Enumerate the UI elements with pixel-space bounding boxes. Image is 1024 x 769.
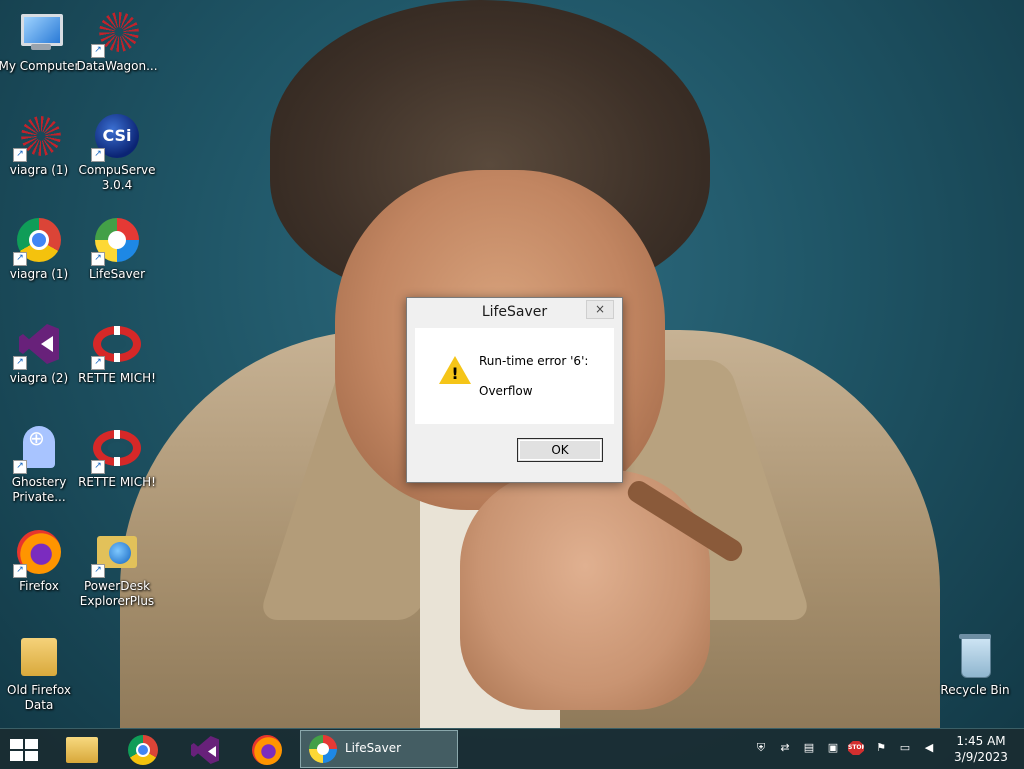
- desktop-icon-label: PowerDesk ExplorerPlus: [79, 579, 155, 608]
- lifesaver-icon: ↗: [91, 216, 141, 266]
- life-ring-icon: ↗: [91, 320, 141, 370]
- lifesaver-icon: [309, 735, 337, 763]
- computer-icon: [15, 8, 63, 56]
- taskbar-file-explorer[interactable]: [54, 731, 108, 767]
- desktop-icon-viagra-2[interactable]: ↗ viagra (2): [0, 320, 81, 386]
- monitor-icon[interactable]: ▭: [898, 741, 912, 755]
- recycle-bin-icon: [951, 632, 999, 680]
- desktop-icon-old-firefox-data[interactable]: Old Firefox Data: [0, 632, 81, 713]
- desktop-icon-label: RETTE MICH!: [78, 475, 156, 489]
- taskbar-visual-studio[interactable]: [178, 731, 232, 767]
- desktop-icon-viagra-1[interactable]: ↗ viagra (1): [0, 112, 81, 178]
- dialog-body: ! Run-time error '6': Overflow: [415, 328, 614, 424]
- desktop-icon-label: RETTE MICH!: [78, 371, 156, 385]
- desktop-icon-label: LifeSaver: [88, 267, 145, 281]
- desktop-icon-label: Ghostery Private...: [11, 475, 67, 504]
- desktop-icon-rette-mich-1[interactable]: ↗ RETTE MICH!: [75, 320, 159, 386]
- network-icon[interactable]: ⇄: [778, 741, 792, 755]
- desktop-icon-firefox[interactable]: ↗ Firefox: [0, 528, 81, 594]
- flag-icon[interactable]: ⚑: [874, 741, 888, 755]
- volume-icon[interactable]: ◀: [922, 741, 936, 755]
- desktop-icon-label: My Computer: [0, 59, 80, 73]
- ghostery-icon: ↗: [13, 424, 63, 474]
- clipboard-icon[interactable]: ▣: [826, 741, 840, 755]
- shortcut-arrow-icon: ↗: [91, 460, 105, 474]
- desktop-icon-label: DataWagon...: [76, 59, 158, 73]
- file-explorer-icon: [66, 737, 98, 763]
- shortcut-arrow-icon: ↗: [13, 252, 27, 266]
- desktop-icon-label: viagra (2): [9, 371, 69, 385]
- firefox-icon: [252, 735, 282, 765]
- desktop-icon-compuserve[interactable]: CSi ↗ CompuServe 3.0.4: [75, 112, 159, 193]
- desktop-icon-datawagon[interactable]: ↗ DataWagon...: [75, 8, 159, 74]
- desktop-icon-ghostery[interactable]: ↗ Ghostery Private...: [0, 424, 81, 505]
- shortcut-arrow-icon: ↗: [13, 460, 27, 474]
- taskbar-lifesaver-window[interactable]: LifeSaver: [300, 730, 458, 768]
- visual-studio-icon: ↗: [13, 320, 63, 370]
- chrome-icon: [128, 735, 158, 765]
- windows-logo-icon: [10, 739, 38, 761]
- dialog-titlebar[interactable]: LifeSaver ×: [407, 298, 622, 328]
- shortcut-arrow-icon: ↗: [91, 564, 105, 578]
- powerdesk-icon: ↗: [91, 528, 141, 578]
- shortcut-arrow-icon: ↗: [91, 356, 105, 370]
- shortcut-arrow-icon: ↗: [13, 356, 27, 370]
- start-button[interactable]: [0, 731, 54, 767]
- clock[interactable]: 1:45 AM 3/9/2023: [950, 733, 1012, 765]
- desktop-icon-lifesaver[interactable]: ↗ LifeSaver: [75, 216, 159, 282]
- warning-icon: !: [439, 356, 471, 384]
- desktop-icon-label: Recycle Bin: [940, 683, 1010, 697]
- ok-button[interactable]: OK: [517, 438, 603, 462]
- web-icon: ↗: [13, 112, 63, 162]
- shortcut-arrow-icon: ↗: [91, 44, 105, 58]
- error-message: Run-time error '6':: [479, 354, 589, 368]
- csi-icon: CSi ↗: [91, 112, 141, 162]
- web-icon: ↗: [91, 8, 141, 58]
- taskbar: LifeSaver ⛨ ⇄ ▤ ▣ STOP ⚑ ▭ ◀ 1:45 AM 3/9…: [0, 728, 1024, 769]
- device-icon[interactable]: ▤: [802, 741, 816, 755]
- taskbar-firefox[interactable]: [240, 731, 294, 767]
- desktop-icon-label: CompuServe 3.0.4: [78, 163, 156, 192]
- desktop-icon-label: Firefox: [19, 579, 59, 593]
- clock-date: 3/9/2023: [954, 750, 1008, 764]
- error-dialog: LifeSaver × ! Run-time error '6': Overfl…: [406, 297, 623, 483]
- clock-time: 1:45 AM: [956, 734, 1006, 748]
- shortcut-arrow-icon: ↗: [91, 148, 105, 162]
- visual-studio-icon: [190, 735, 220, 765]
- shortcut-arrow-icon: ↗: [13, 148, 27, 162]
- desktop-icon-rette-mich-2[interactable]: ↗ RETTE MICH!: [75, 424, 159, 490]
- close-button[interactable]: ×: [586, 300, 614, 319]
- desktop-icon-viagra-chrome[interactable]: ↗ viagra (1): [0, 216, 81, 282]
- desktop-icon-my-computer[interactable]: My Computer: [0, 8, 81, 74]
- chrome-icon: ↗: [13, 216, 63, 266]
- stop-icon[interactable]: STOP: [848, 741, 864, 755]
- taskbar-chrome[interactable]: [116, 731, 170, 767]
- shortcut-arrow-icon: ↗: [13, 564, 27, 578]
- life-ring-icon: ↗: [91, 424, 141, 474]
- shield-icon[interactable]: ⛨: [754, 741, 768, 755]
- folder-icon: [15, 632, 63, 680]
- firefox-icon: ↗: [13, 528, 63, 578]
- desktop-icon-powerdesk[interactable]: ↗ PowerDesk ExplorerPlus: [75, 528, 159, 609]
- taskbar-window-label: LifeSaver: [345, 741, 402, 755]
- shortcut-arrow-icon: ↗: [91, 252, 105, 266]
- desktop-icon-label: viagra (1): [9, 163, 69, 177]
- desktop-icon-label: Old Firefox Data: [7, 683, 71, 712]
- desktop-icon-recycle-bin[interactable]: Recycle Bin: [933, 632, 1017, 698]
- error-detail: Overflow: [479, 384, 533, 398]
- desktop-icon-label: viagra (1): [9, 267, 69, 281]
